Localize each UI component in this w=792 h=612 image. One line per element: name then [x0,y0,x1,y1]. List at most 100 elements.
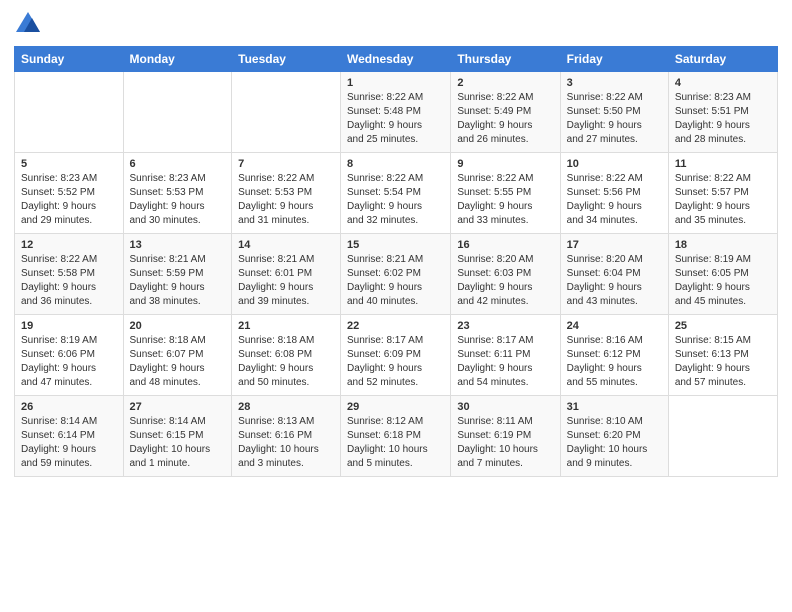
day-number: 14 [238,239,334,251]
day-number: 28 [238,401,334,413]
day-number: 15 [347,239,444,251]
calendar-cell: 11Sunrise: 8:22 AM Sunset: 5:57 PM Dayli… [668,153,777,234]
day-info: Sunrise: 8:22 AM Sunset: 5:53 PM Dayligh… [238,172,334,228]
calendar-week-row: 26 Sunrise: 8:14 AM Sunset: 6:14 PM Dayli… [15,396,778,477]
calendar-cell: 2 Sunrise: 8:22 AM Sunset: 5:49 PM Daylig… [451,72,560,153]
day-info: Sunrise: 8:20 AM Sunset: 6:03 PM Dayligh… [457,253,553,309]
calendar-cell: 6Sunrise: 8:23 AM Sunset: 5:53 PM Daylig… [123,153,232,234]
day-number: 10 [567,158,662,170]
calendar-cell [232,72,341,153]
day-number: 31 [567,401,662,413]
day-number: 1 [347,77,444,89]
day-info: Sunrise: 8:17 AM Sunset: 6:11 PM Dayligh… [457,334,553,390]
calendar-week-row: 1 Sunrise: 8:22 AM Sunset: 5:48 PM Daylig… [15,72,778,153]
weekday-header-monday: Monday [123,47,232,72]
day-number: 5 [21,158,117,170]
weekday-header-thursday: Thursday [451,47,560,72]
calendar-cell: 1 Sunrise: 8:22 AM Sunset: 5:48 PM Daylig… [341,72,451,153]
calendar-cell: 5 Sunrise: 8:23 AM Sunset: 5:52 PM Daylig… [15,153,124,234]
day-info: Sunrise: 8:19 AM Sunset: 6:06 PM Dayligh… [21,334,117,390]
calendar-cell: 26 Sunrise: 8:14 AM Sunset: 6:14 PM Dayli… [15,396,124,477]
calendar-cell: 4 Sunrise: 8:23 AM Sunset: 5:51 PM Daylig… [668,72,777,153]
day-info: Sunrise: 8:22 AM Sunset: 5:48 PM Dayligh… [347,91,444,147]
calendar-cell: 9 Sunrise: 8:22 AM Sunset: 5:55 PM Daylig… [451,153,560,234]
calendar-week-row: 12 Sunrise: 8:22 AM Sunset: 5:58 PM Dayli… [15,234,778,315]
logo [14,10,46,38]
calendar-cell: 24 Sunrise: 8:16 AM Sunset: 6:12 PM Dayli… [560,315,668,396]
day-number: 11 [675,158,771,170]
day-info: Sunrise: 8:18 AM Sunset: 6:07 PM Dayligh… [130,334,226,390]
calendar-cell: 18 Sunrise: 8:19 AM Sunset: 6:05 PM Dayli… [668,234,777,315]
day-info: Sunrise: 8:10 AM Sunset: 6:20 PM Dayligh… [567,415,662,471]
day-info: Sunrise: 8:22 AM Sunset: 5:55 PM Dayligh… [457,172,553,228]
calendar-week-row: 19 Sunrise: 8:19 AM Sunset: 6:06 PM Dayli… [15,315,778,396]
day-info: Sunrise: 8:23 AM Sunset: 5:51 PM Dayligh… [675,91,771,147]
calendar-cell: 15 Sunrise: 8:21 AM Sunset: 6:02 PM Dayli… [341,234,451,315]
day-number: 9 [457,158,553,170]
day-number: 7 [238,158,334,170]
day-info: Sunrise: 8:13 AM Sunset: 6:16 PM Dayligh… [238,415,334,471]
day-info: Sunrise: 8:16 AM Sunset: 6:12 PM Dayligh… [567,334,662,390]
day-number: 8 [347,158,444,170]
calendar-cell: 21 Sunrise: 8:18 AM Sunset: 6:08 PM Dayli… [232,315,341,396]
calendar-cell: 8Sunrise: 8:22 AM Sunset: 5:54 PM Daylig… [341,153,451,234]
calendar-cell: 7 Sunrise: 8:22 AM Sunset: 5:53 PM Daylig… [232,153,341,234]
day-info: Sunrise: 8:23 AM Sunset: 5:52 PM Dayligh… [21,172,117,228]
weekday-header-sunday: Sunday [15,47,124,72]
day-number: 29 [347,401,444,413]
calendar-cell: 27Sunrise: 8:14 AM Sunset: 6:15 PM Dayli… [123,396,232,477]
logo-icon [14,10,42,38]
day-info: Sunrise: 8:14 AM Sunset: 6:14 PM Dayligh… [21,415,117,471]
day-number: 13 [130,239,226,251]
day-number: 4 [675,77,771,89]
day-number: 12 [21,239,117,251]
calendar-cell: 13Sunrise: 8:21 AM Sunset: 5:59 PM Dayli… [123,234,232,315]
calendar-cell [15,72,124,153]
day-info: Sunrise: 8:19 AM Sunset: 6:05 PM Dayligh… [675,253,771,309]
calendar-cell: 20 Sunrise: 8:18 AM Sunset: 6:07 PM Dayli… [123,315,232,396]
day-info: Sunrise: 8:22 AM Sunset: 5:49 PM Dayligh… [457,91,553,147]
calendar-cell: 17 Sunrise: 8:20 AM Sunset: 6:04 PM Dayli… [560,234,668,315]
calendar-cell: 25 Sunrise: 8:15 AM Sunset: 6:13 PM Dayli… [668,315,777,396]
day-info: Sunrise: 8:23 AM Sunset: 5:53 PM Dayligh… [130,172,226,228]
calendar-cell: 3Sunrise: 8:22 AM Sunset: 5:50 PM Daylig… [560,72,668,153]
calendar-cell: 16 Sunrise: 8:20 AM Sunset: 6:03 PM Dayli… [451,234,560,315]
calendar-cell: 28 Sunrise: 8:13 AM Sunset: 6:16 PM Dayli… [232,396,341,477]
calendar-header-row: SundayMondayTuesdayWednesdayThursdayFrid… [15,47,778,72]
day-info: Sunrise: 8:15 AM Sunset: 6:13 PM Dayligh… [675,334,771,390]
day-info: Sunrise: 8:11 AM Sunset: 6:19 PM Dayligh… [457,415,553,471]
day-number: 18 [675,239,771,251]
header [14,10,778,38]
day-info: Sunrise: 8:22 AM Sunset: 5:56 PM Dayligh… [567,172,662,228]
day-number: 22 [347,320,444,332]
day-number: 17 [567,239,662,251]
day-info: Sunrise: 8:21 AM Sunset: 6:02 PM Dayligh… [347,253,444,309]
calendar-cell: 29Sunrise: 8:12 AM Sunset: 6:18 PM Dayli… [341,396,451,477]
calendar-cell [123,72,232,153]
day-info: Sunrise: 8:18 AM Sunset: 6:08 PM Dayligh… [238,334,334,390]
day-info: Sunrise: 8:22 AM Sunset: 5:58 PM Dayligh… [21,253,117,309]
day-number: 20 [130,320,226,332]
day-info: Sunrise: 8:21 AM Sunset: 6:01 PM Dayligh… [238,253,334,309]
weekday-header-tuesday: Tuesday [232,47,341,72]
day-number: 19 [21,320,117,332]
day-number: 21 [238,320,334,332]
day-number: 25 [675,320,771,332]
day-info: Sunrise: 8:14 AM Sunset: 6:15 PM Dayligh… [130,415,226,471]
day-info: Sunrise: 8:20 AM Sunset: 6:04 PM Dayligh… [567,253,662,309]
calendar-cell: 23 Sunrise: 8:17 AM Sunset: 6:11 PM Dayli… [451,315,560,396]
calendar-table: SundayMondayTuesdayWednesdayThursdayFrid… [14,46,778,477]
day-number: 24 [567,320,662,332]
calendar-cell: 19 Sunrise: 8:19 AM Sunset: 6:06 PM Dayli… [15,315,124,396]
day-number: 23 [457,320,553,332]
calendar-cell: 12 Sunrise: 8:22 AM Sunset: 5:58 PM Dayli… [15,234,124,315]
calendar-cell: 30 Sunrise: 8:11 AM Sunset: 6:19 PM Dayli… [451,396,560,477]
day-number: 30 [457,401,553,413]
day-number: 26 [21,401,117,413]
weekday-header-saturday: Saturday [668,47,777,72]
day-number: 16 [457,239,553,251]
day-info: Sunrise: 8:22 AM Sunset: 5:50 PM Dayligh… [567,91,662,147]
day-number: 2 [457,77,553,89]
calendar-cell: 10 Sunrise: 8:22 AM Sunset: 5:56 PM Dayli… [560,153,668,234]
weekday-header-friday: Friday [560,47,668,72]
